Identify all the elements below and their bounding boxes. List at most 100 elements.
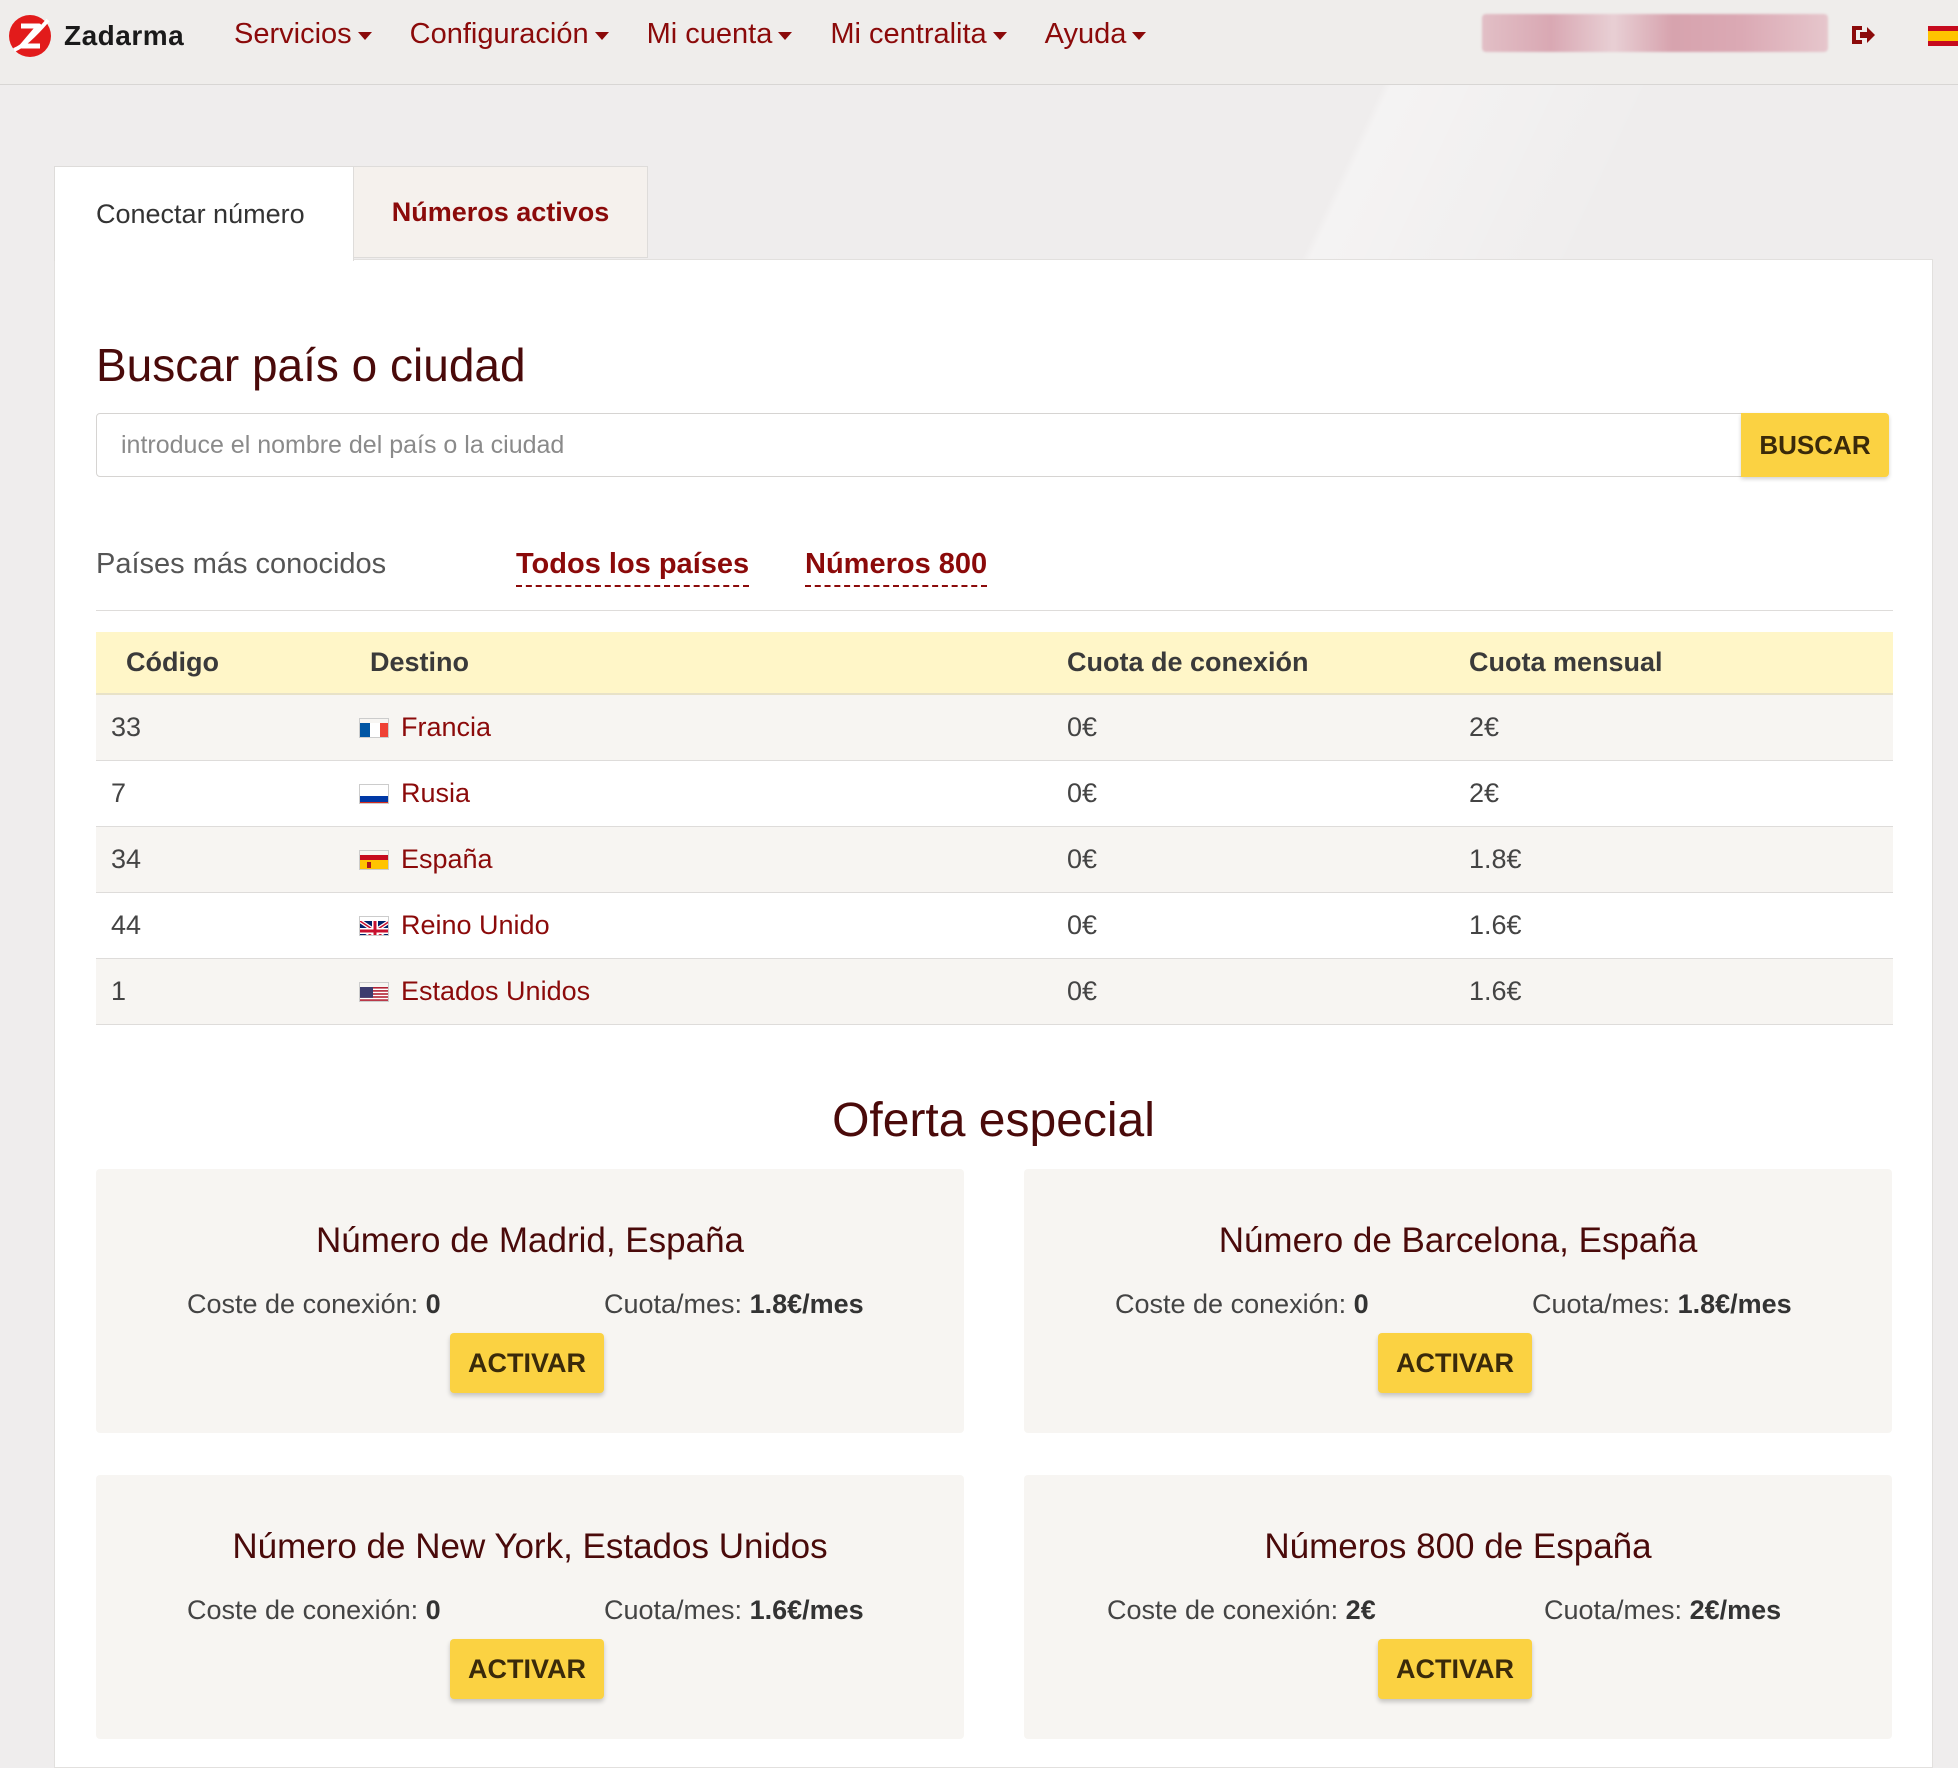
chevron-down-icon xyxy=(778,31,793,40)
monthly-label: Cuota/mes: xyxy=(1544,1595,1683,1625)
cell-destination: Rusia xyxy=(358,760,1066,827)
header-code: Código xyxy=(96,632,358,695)
header-destination: Destino xyxy=(358,632,1066,695)
monthly-value: 2€/mes xyxy=(1689,1595,1782,1625)
table-row: 1 Estados Unidos 0€ 1.6€ xyxy=(96,958,1893,1025)
special-offer-title: Oferta especial xyxy=(832,1094,1155,1147)
cell-code: 1 xyxy=(96,958,358,1025)
chevron-down-icon xyxy=(1132,31,1147,40)
table-row: 7 Rusia 0€ 2€ xyxy=(96,760,1893,827)
nav-label: Configuración xyxy=(409,17,589,50)
cell-destination: España xyxy=(358,826,1066,893)
chevron-down-icon xyxy=(992,31,1007,40)
connection-value: 0 xyxy=(425,1289,441,1319)
cell-code: 34 xyxy=(96,826,358,893)
brand-logo[interactable]: Zadarma xyxy=(6,12,184,60)
france-flag-icon xyxy=(359,717,389,738)
logout-icon[interactable] xyxy=(1848,20,1878,50)
top-navigation-bar: Zadarma Servicios Configuración Mi cuent… xyxy=(0,0,1958,85)
nav-label: Servicios xyxy=(234,17,352,50)
activate-button[interactable]: ACTIVAR xyxy=(1378,1333,1532,1393)
spain-flag-icon xyxy=(359,849,389,870)
cell-connection-fee: 0€ xyxy=(1066,694,1468,761)
offer-connection-cost: Coste de conexión: 0 xyxy=(187,1289,441,1320)
connection-value: 0 xyxy=(425,1595,441,1625)
offer-monthly-fee: Cuota/mes: 1.8€/mes xyxy=(1532,1289,1792,1320)
uk-flag-icon xyxy=(359,915,389,936)
monthly-value: 1.8€/mes xyxy=(749,1289,864,1319)
cell-destination: Francia xyxy=(358,694,1066,761)
connection-label: Coste de conexión: xyxy=(1107,1595,1339,1625)
connection-value: 2€ xyxy=(1345,1595,1376,1625)
cell-monthly-fee: 1.6€ xyxy=(1468,892,1893,959)
offer-title: Número de Barcelona, España xyxy=(1218,1221,1698,1260)
activate-button[interactable]: ACTIVAR xyxy=(1378,1639,1532,1699)
offer-monthly-fee: Cuota/mes: 1.8€/mes xyxy=(604,1289,864,1320)
user-account-blurred[interactable] xyxy=(1482,14,1828,52)
tab-numeros-activos[interactable]: Números activos xyxy=(353,166,648,258)
offer-card-barcelona: Número de Barcelona, España Coste de con… xyxy=(1024,1169,1892,1433)
cell-connection-fee: 0€ xyxy=(1066,826,1468,893)
country-filter-tabs: Países más conocidos Todos los países Nú… xyxy=(96,548,1893,611)
header-connection-fee: Cuota de conexión xyxy=(1066,632,1468,695)
cell-code: 33 xyxy=(96,694,358,761)
subtab-popular-countries[interactable]: Países más conocidos xyxy=(96,548,386,585)
usa-flag-icon xyxy=(359,981,389,1002)
search-button[interactable]: BUSCAR xyxy=(1741,413,1889,477)
nav-label: Ayuda xyxy=(1044,17,1127,50)
nav-configuracion[interactable]: Configuración xyxy=(410,18,609,51)
chevron-down-icon xyxy=(357,31,372,40)
nav-mi-centralita[interactable]: Mi centralita xyxy=(830,18,1007,51)
destination-link-francia[interactable]: Francia xyxy=(401,712,491,743)
nav-servicios[interactable]: Servicios xyxy=(234,18,372,51)
cell-monthly-fee: 2€ xyxy=(1468,760,1893,827)
search-input[interactable] xyxy=(96,413,1742,477)
destination-link-estados-unidos[interactable]: Estados Unidos xyxy=(401,976,590,1007)
monthly-label: Cuota/mes: xyxy=(1532,1289,1671,1319)
background-decoration xyxy=(1100,85,1958,265)
offer-title: Número de New York, Estados Unidos xyxy=(232,1527,828,1566)
search-title: Buscar país o ciudad xyxy=(96,339,526,391)
destination-link-reino-unido[interactable]: Reino Unido xyxy=(401,910,550,941)
cell-code: 44 xyxy=(96,892,358,959)
brand-name: Zadarma xyxy=(64,20,185,51)
table-row: 33 Francia 0€ 2€ xyxy=(96,694,1893,761)
offer-title: Números 800 de España xyxy=(1264,1527,1652,1566)
language-flag-spain-icon[interactable] xyxy=(1928,26,1958,46)
destination-link-rusia[interactable]: Rusia xyxy=(401,778,470,809)
monthly-label: Cuota/mes: xyxy=(604,1595,743,1625)
main-panel: Buscar país o ciudad BUSCAR Países más c… xyxy=(54,259,1933,1768)
cell-destination: Estados Unidos xyxy=(358,958,1066,1025)
offer-card-madrid: Número de Madrid, España Coste de conexi… xyxy=(96,1169,964,1433)
offer-title: Número de Madrid, España xyxy=(316,1221,744,1260)
subtab-toll-free[interactable]: Números 800 xyxy=(805,548,988,587)
activate-button[interactable]: ACTIVAR xyxy=(450,1333,604,1393)
cell-monthly-fee: 1.6€ xyxy=(1468,958,1893,1025)
offer-card-toll-free-spain: Números 800 de España Coste de conexión:… xyxy=(1024,1475,1892,1739)
cell-code: 7 xyxy=(96,760,358,827)
tab-conectar-numero[interactable]: Conectar número xyxy=(54,166,354,261)
offer-monthly-fee: Cuota/mes: 1.6€/mes xyxy=(604,1595,864,1626)
cell-connection-fee: 0€ xyxy=(1066,958,1468,1025)
offer-connection-cost: Coste de conexión: 2€ xyxy=(1107,1595,1376,1626)
nav-label: Mi cuenta xyxy=(646,17,773,50)
table-header-row: Código Destino Cuota de conexión Cuota m… xyxy=(96,632,1893,695)
destination-link-espana[interactable]: España xyxy=(401,844,493,875)
table-row: 44 Reino Unido 0€ 1.6€ xyxy=(96,892,1893,959)
chevron-down-icon xyxy=(594,31,609,40)
offer-connection-cost: Coste de conexión: 0 xyxy=(1115,1289,1369,1320)
table-row: 34 España 0€ 1.8€ xyxy=(96,826,1893,893)
activate-button[interactable]: ACTIVAR xyxy=(450,1639,604,1699)
connection-value: 0 xyxy=(1353,1289,1369,1319)
connection-label: Coste de conexión: xyxy=(1115,1289,1347,1319)
monthly-value: 1.8€/mes xyxy=(1677,1289,1792,1319)
nav-mi-cuenta[interactable]: Mi cuenta xyxy=(647,18,793,51)
russia-flag-icon xyxy=(359,783,389,804)
subtab-all-countries[interactable]: Todos los países xyxy=(516,548,750,587)
nav-ayuda[interactable]: Ayuda xyxy=(1045,18,1147,51)
connection-label: Coste de conexión: xyxy=(187,1595,419,1625)
cell-monthly-fee: 1.8€ xyxy=(1468,826,1893,893)
zadarma-logo-icon xyxy=(9,15,51,57)
offer-monthly-fee: Cuota/mes: 2€/mes xyxy=(1544,1595,1781,1626)
cell-connection-fee: 0€ xyxy=(1066,892,1468,959)
